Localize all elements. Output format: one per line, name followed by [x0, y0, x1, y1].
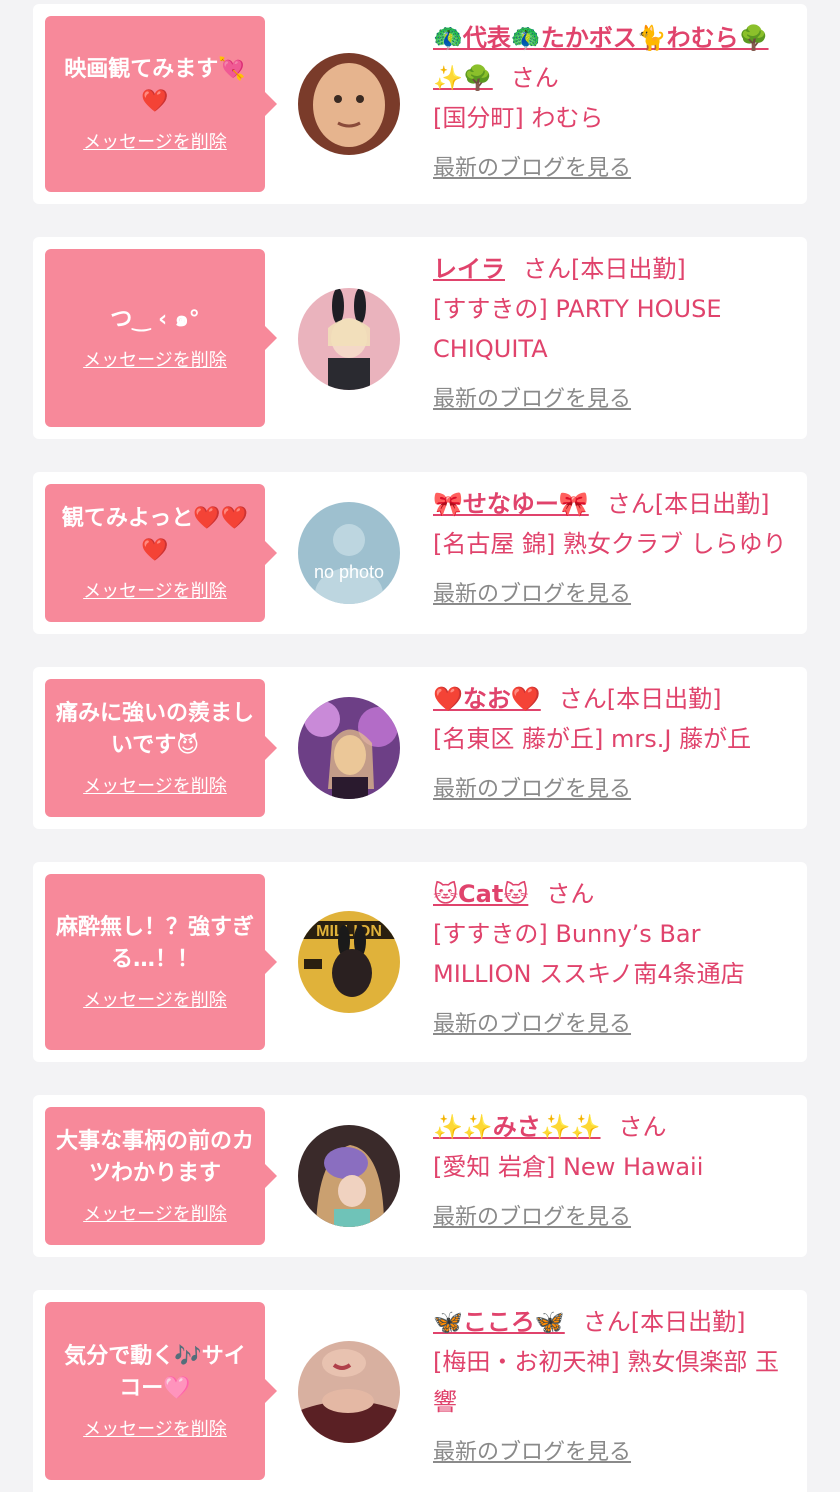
sender-name-link[interactable]: 🎀せなゆー🎀 [433, 490, 589, 518]
honorific: さん [606, 490, 655, 518]
message-card: 気分で動く🎶サイコー🩷 メッセージを削除 🦋こころ🦋 さん[本日出勤] [梅田・お… [33, 1290, 807, 1492]
status-badge: [本日出勤] [654, 490, 770, 518]
latest-blog-link[interactable]: 最新のブログを見る [433, 771, 631, 803]
avatar[interactable] [298, 288, 400, 390]
avatar-image [298, 1341, 400, 1443]
message-card: 大事な事柄の前のカツわかります メッセージを削除 ✨✨みさ✨✨ さん [愛知 岩倉… [33, 1095, 807, 1257]
message-text: 痛みに強いの羨ましいです😈 [55, 701, 254, 758]
sender-name-link[interactable]: ❤️なお❤️ [433, 685, 541, 713]
sender-info: 🦋こころ🦋 さん[本日出勤] [梅田・お初天神] 熟女倶楽部 玉響 最新のブログを… [433, 1302, 795, 1466]
shop-name: [名古屋 錦] 熟女クラブ しらゆり [433, 530, 787, 558]
message-card: つ‿ ‹ ๑° メッセージを削除 レイラ さん[本日出勤] [すすきの] PART… [33, 237, 807, 439]
message-card: 痛みに強いの羨ましいです😈 メッセージを削除 ❤️なお❤️ さん[本日出勤] [名… [33, 667, 807, 829]
avatar-image: MILLION [298, 911, 400, 1013]
avatar[interactable] [298, 697, 400, 799]
message-bubble: 映画観てみます💘❤️ メッセージを削除 [45, 16, 277, 192]
message-text: 大事な事柄の前のカツわかります [55, 1129, 254, 1186]
delete-message-link[interactable]: メッセージを削除 [83, 128, 227, 154]
message-bubble: 麻酔無し！？強すぎる…！！ メッセージを削除 [45, 874, 277, 1050]
delete-message-link[interactable]: メッセージを削除 [83, 346, 227, 372]
latest-blog-link[interactable]: 最新のブログを見る [433, 150, 631, 182]
sender-name-link[interactable]: レイラ [433, 255, 505, 283]
message-text: 映画観てみます💘❤️ [64, 57, 246, 114]
message-card: 観てみよっと❤️❤️❤️ メッセージを削除 no photo 🎀せなゆー🎀 さん[… [33, 472, 807, 634]
message-list: 映画観てみます💘❤️ メッセージを削除 🦚代表🦚たかボス🐈わむら🌳✨🌳 さん [国… [0, 0, 840, 1492]
honorific: さん [582, 1308, 631, 1336]
sender-name-link[interactable]: ✨✨みさ✨✨ [433, 1113, 601, 1141]
honorific: さん [618, 1113, 667, 1141]
latest-blog-link[interactable]: 最新のブログを見る [433, 1199, 631, 1231]
honorific: さん [558, 685, 607, 713]
message-bubble: 痛みに強いの羨ましいです😈 メッセージを削除 [45, 679, 277, 817]
latest-blog-link[interactable]: 最新のブログを見る [433, 1434, 631, 1466]
status-badge: [本日出勤] [606, 685, 722, 713]
sender-info: 🐱Cat🐱 さん [すすきの] Bunny’s Bar MILLION ススキノ南… [433, 874, 795, 1038]
shop-name: [すすきの] PARTY HOUSE CHIQUITA [433, 295, 722, 363]
svg-text:no photo: no photo [314, 562, 384, 582]
latest-blog-link[interactable]: 最新のブログを見る [433, 576, 631, 608]
delete-message-link[interactable]: メッセージを削除 [83, 1415, 227, 1441]
message-text: 観てみよっと❤️❤️❤️ [61, 506, 249, 563]
shop-name: [名東区 藤が丘] mrs.J 藤が丘 [433, 725, 752, 753]
sender-name-link[interactable]: 🐱Cat🐱 [433, 880, 528, 908]
sender-info: ❤️なお❤️ さん[本日出勤] [名東区 藤が丘] mrs.J 藤が丘 最新のブロ… [433, 679, 795, 803]
sender-info: 🦚代表🦚たかボス🐈わむら🌳✨🌳 さん [国分町] わむら 最新のブログを見る [433, 18, 795, 182]
latest-blog-link[interactable]: 最新のブログを見る [433, 381, 631, 413]
message-card: 麻酔無し！？強すぎる…！！ メッセージを削除 MILLION 🐱Cat🐱 さん [… [33, 862, 807, 1062]
sender-info: ✨✨みさ✨✨ さん [愛知 岩倉] New Hawaii 最新のブログを見る [433, 1107, 795, 1231]
sender-info: 🎀せなゆー🎀 さん[本日出勤] [名古屋 錦] 熟女クラブ しらゆり 最新のブログ… [433, 484, 795, 608]
delete-message-link[interactable]: メッセージを削除 [83, 986, 227, 1012]
sender-info: レイラ さん[本日出勤] [すすきの] PARTY HOUSE CHIQUITA … [433, 249, 795, 413]
avatar[interactable] [298, 53, 400, 155]
message-bubble: 気分で動く🎶サイコー🩷 メッセージを削除 [45, 1302, 277, 1480]
avatar-image [298, 288, 400, 390]
message-bubble: 観てみよっと❤️❤️❤️ メッセージを削除 [45, 484, 277, 622]
avatar-image [298, 53, 400, 155]
honorific: さん [546, 880, 595, 908]
avatar[interactable] [298, 1341, 400, 1443]
message-text: つ‿ ‹ ๑° [110, 307, 200, 332]
latest-blog-link[interactable]: 最新のブログを見る [433, 1006, 631, 1038]
delete-message-link[interactable]: メッセージを削除 [83, 1200, 227, 1226]
message-bubble: つ‿ ‹ ๑° メッセージを削除 [45, 249, 277, 427]
message-bubble: 大事な事柄の前のカツわかります メッセージを削除 [45, 1107, 277, 1245]
honorific: さん [510, 64, 559, 92]
avatar[interactable] [298, 1125, 400, 1227]
status-badge: [本日出勤] [630, 1308, 746, 1336]
message-card: 映画観てみます💘❤️ メッセージを削除 🦚代表🦚たかボス🐈わむら🌳✨🌳 さん [国… [33, 4, 807, 204]
shop-name: [梅田・お初天神] 熟女倶楽部 玉響 [433, 1348, 779, 1416]
avatar-image [298, 1125, 400, 1227]
message-text: 麻酔無し！？強すぎる…！！ [55, 915, 254, 972]
no-photo-placeholder: no photo [298, 502, 400, 604]
avatar[interactable]: no photo [298, 502, 400, 604]
sender-name-link[interactable]: 🦋こころ🦋 [433, 1308, 565, 1336]
shop-name: [すすきの] Bunny’s Bar MILLION ススキノ南4条通店 [433, 920, 745, 988]
shop-name: [愛知 岩倉] New Hawaii [433, 1153, 704, 1181]
sender-name-link[interactable]: 🦚代表🦚たかボス🐈わむら🌳✨🌳 [433, 24, 769, 92]
shop-name: [国分町] わむら [433, 104, 604, 132]
avatar-image [298, 697, 400, 799]
delete-message-link[interactable]: メッセージを削除 [83, 772, 227, 798]
message-text: 気分で動く🎶サイコー🩷 [64, 1344, 246, 1401]
status-badge: [本日出勤] [571, 255, 686, 283]
delete-message-link[interactable]: メッセージを削除 [83, 577, 227, 603]
avatar[interactable]: MILLION [298, 911, 400, 1013]
honorific: さん [523, 255, 571, 283]
